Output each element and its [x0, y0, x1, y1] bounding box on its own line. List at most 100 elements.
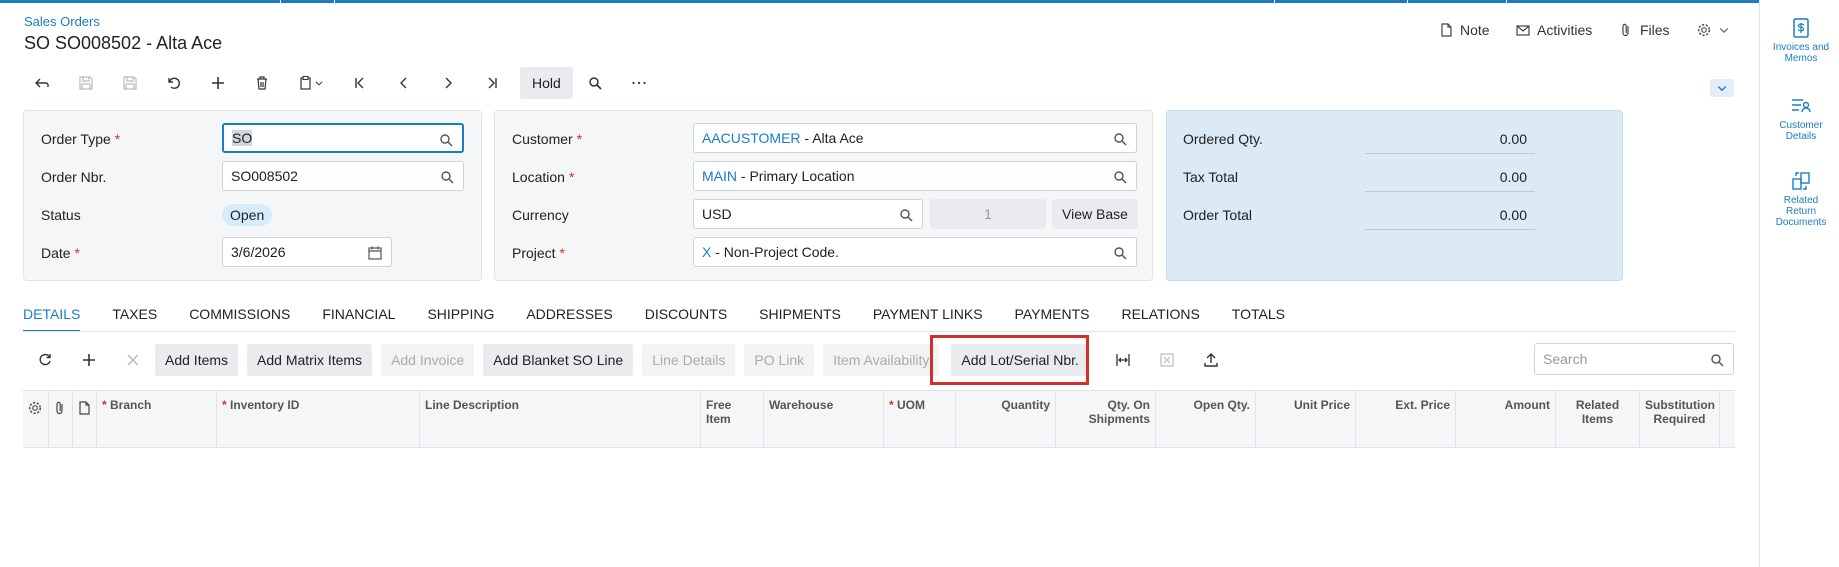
location-id-link[interactable]: MAIN — [702, 168, 737, 184]
rail-label-line: Related — [1783, 195, 1819, 206]
first-record-button[interactable] — [338, 68, 382, 98]
date-field[interactable]: 3/6/2026 — [222, 237, 392, 267]
activities-button[interactable]: Activities — [1515, 22, 1592, 38]
currency-field[interactable]: USD — [693, 199, 923, 229]
copy-paste-button[interactable] — [284, 68, 338, 98]
last-icon — [488, 77, 497, 89]
customer-label: Customer * — [512, 131, 583, 147]
previous-record-button[interactable] — [382, 68, 426, 98]
project-field[interactable]: X - Non-Project Code. — [693, 237, 1137, 267]
customer-field[interactable]: AACUSTOMER - Alta Ace — [693, 123, 1137, 153]
invoice-icon — [1793, 18, 1809, 38]
location-field[interactable]: MAIN - Primary Location — [693, 161, 1137, 191]
po-link-button[interactable]: PO Link — [744, 344, 815, 376]
customer-id-link[interactable]: AACUSTOMER — [702, 130, 801, 146]
search-icon[interactable] — [1112, 245, 1128, 261]
column-open-qty[interactable]: Open Qty. — [1156, 391, 1256, 447]
column-uom[interactable]: * UOM — [884, 391, 956, 447]
column-inventory-id[interactable]: * Inventory ID — [217, 391, 420, 447]
column-amount[interactable]: Amount — [1456, 391, 1556, 447]
column-ext-price[interactable]: Ext. Price — [1356, 391, 1456, 447]
note-button[interactable]: Note — [1438, 22, 1490, 38]
save-close-button[interactable] — [64, 68, 108, 98]
top-accent-bar — [0, 0, 1760, 3]
column-substitution-required[interactable]: Substitution Required — [1640, 391, 1720, 447]
add-blanket-so-line-button[interactable]: Add Blanket SO Line — [483, 344, 634, 376]
order-type-field[interactable]: SO — [222, 123, 464, 153]
column-warehouse[interactable]: Warehouse — [764, 391, 884, 447]
export-excel-button[interactable] — [1145, 343, 1189, 377]
rail-invoices-and-memos[interactable]: Invoices and Memos — [1770, 17, 1832, 64]
item-availability-button[interactable]: Item Availability — [823, 344, 940, 376]
last-record-button[interactable] — [470, 68, 514, 98]
column-free-item[interactable]: Free Item — [701, 391, 764, 447]
attachment-column — [49, 391, 73, 447]
note-column — [73, 391, 97, 447]
search-icon[interactable] — [438, 132, 454, 148]
search-icon[interactable] — [1112, 169, 1128, 185]
tab-payments[interactable]: PAYMENTS — [1015, 306, 1090, 332]
back-button[interactable] — [20, 68, 64, 98]
collapse-header-button[interactable] — [1710, 79, 1734, 97]
fit-columns-button[interactable] — [1101, 343, 1145, 377]
tab-financial[interactable]: FINANCIAL — [322, 306, 395, 332]
refresh-button[interactable] — [23, 343, 67, 377]
tab-discounts[interactable]: DISCOUNTS — [645, 306, 727, 332]
line-details-button[interactable]: Line Details — [642, 344, 736, 376]
tab-payment-links[interactable]: PAYMENT LINKS — [873, 306, 983, 332]
cancel-button[interactable] — [152, 68, 196, 98]
rail-related-return-documents[interactable]: Related Return Documents — [1770, 170, 1832, 228]
order-type-label: Order Type * — [41, 131, 121, 147]
grid-search-input[interactable]: Search — [1534, 343, 1734, 375]
next-record-button[interactable] — [426, 68, 470, 98]
related-documents-icon — [1792, 172, 1810, 190]
tab-commissions[interactable]: COMMISSIONS — [189, 306, 290, 332]
status-label: Status — [41, 207, 81, 223]
add-matrix-items-button[interactable]: Add Matrix Items — [247, 344, 373, 376]
gear-icon — [1697, 23, 1711, 37]
save-button[interactable] — [108, 68, 152, 98]
column-settings-button[interactable] — [23, 391, 49, 447]
plus-icon — [212, 77, 224, 89]
search-icon[interactable] — [1709, 352, 1725, 368]
hold-button[interactable]: Hold — [520, 67, 573, 99]
search-icon[interactable] — [1112, 131, 1128, 147]
column-related-items[interactable]: Related Items — [1556, 391, 1640, 447]
tax-total-label: Tax Total — [1183, 169, 1238, 185]
tab-details[interactable]: DETAILS — [23, 306, 81, 332]
breadcrumb[interactable]: Sales Orders — [24, 14, 100, 29]
calendar-icon[interactable] — [367, 245, 383, 261]
delete-row-button[interactable] — [111, 343, 155, 377]
column-line-description[interactable]: Line Description — [420, 391, 701, 447]
tab-taxes[interactable]: TAXES — [112, 306, 157, 332]
tab-totals[interactable]: TOTALS — [1232, 306, 1285, 332]
settings-menu-button[interactable] — [1696, 22, 1730, 38]
column-unit-price[interactable]: Unit Price — [1256, 391, 1356, 447]
add-button[interactable] — [196, 68, 240, 98]
search-icon[interactable] — [439, 169, 455, 185]
rail-customer-details[interactable]: Customer Details — [1770, 95, 1832, 142]
add-items-button[interactable]: Add Items — [155, 344, 239, 376]
search-icon[interactable] — [898, 207, 914, 223]
date-label: Date * — [41, 245, 80, 261]
search-button[interactable] — [573, 68, 617, 98]
column-branch[interactable]: * Branch — [97, 391, 217, 447]
top-bar-divider — [334, 0, 335, 3]
ordered-qty-value: 0.00 — [1499, 131, 1527, 147]
more-button[interactable] — [617, 68, 661, 98]
files-button[interactable]: Files — [1618, 22, 1670, 38]
add-invoice-button[interactable]: Add Invoice — [381, 344, 475, 376]
rail-label-line: Memos — [1784, 53, 1818, 64]
tab-shipments[interactable]: SHIPMENTS — [759, 306, 841, 332]
tab-addresses[interactable]: ADDRESSES — [526, 306, 612, 332]
tab-shipping[interactable]: SHIPPING — [427, 306, 494, 332]
tab-relations[interactable]: RELATIONS — [1121, 306, 1199, 332]
column-quantity[interactable]: Quantity — [956, 391, 1056, 447]
delete-button[interactable] — [240, 68, 284, 98]
add-row-button[interactable] — [67, 343, 111, 377]
project-id-link[interactable]: X — [702, 244, 711, 260]
column-qty-on-shipments[interactable]: Qty. On Shipments — [1056, 391, 1156, 447]
upload-button[interactable] — [1189, 343, 1233, 377]
view-base-button[interactable]: View Base — [1052, 199, 1138, 229]
order-nbr-field[interactable]: SO008502 — [222, 161, 464, 191]
